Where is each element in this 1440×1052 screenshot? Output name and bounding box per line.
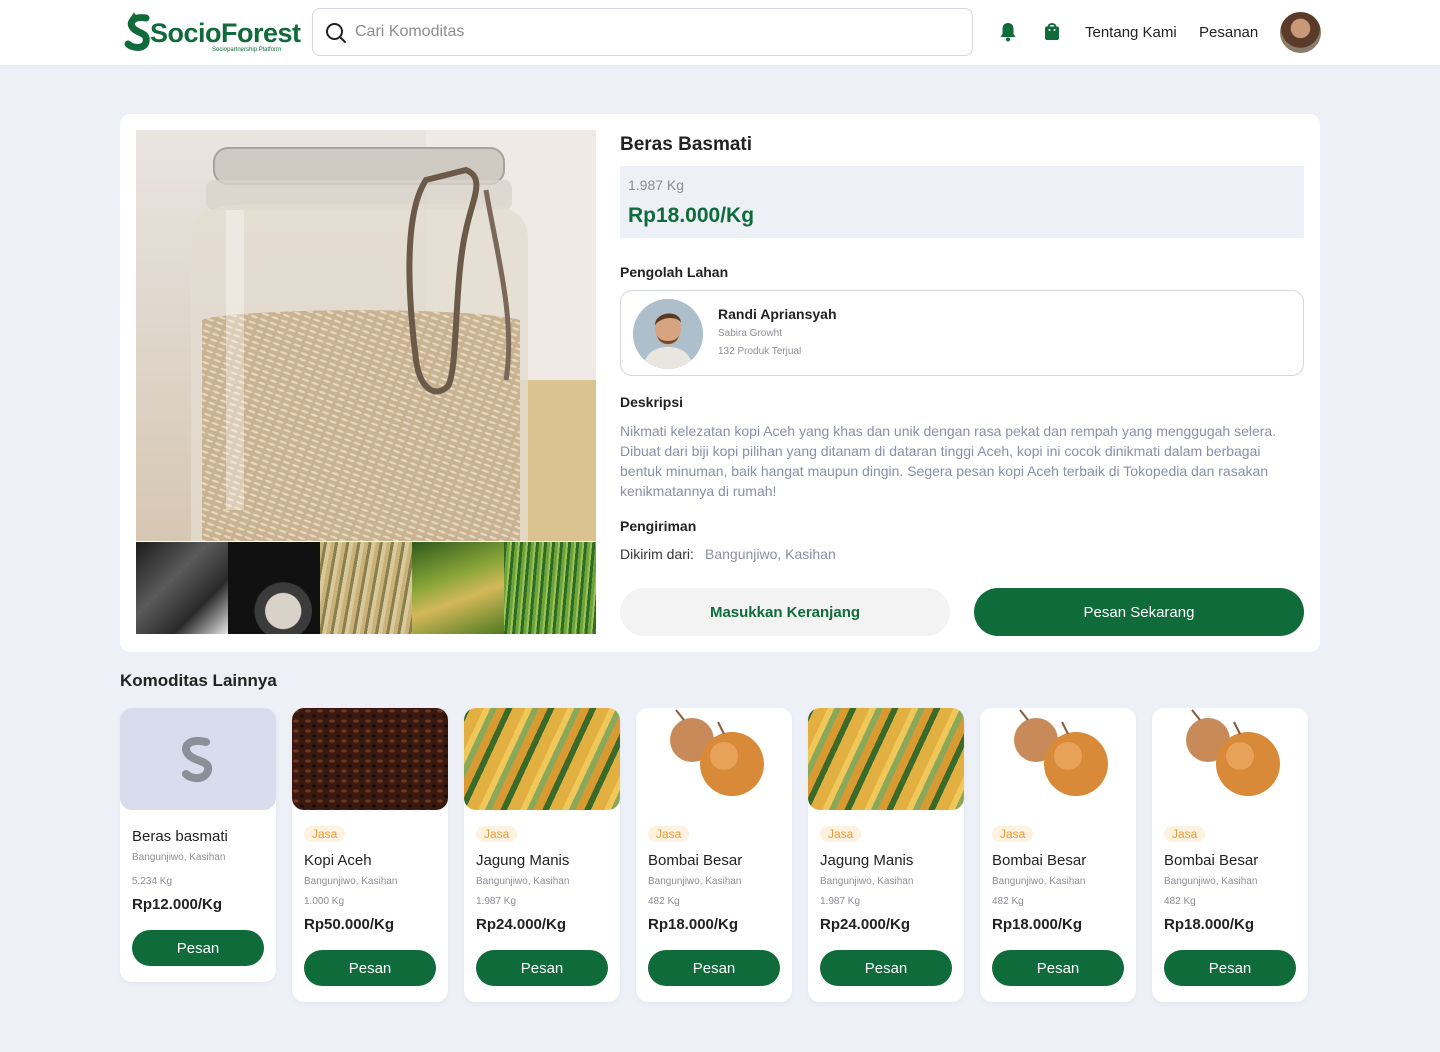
commodity-image-placeholder — [120, 708, 276, 810]
commodity-location: Bangunjiwo, Kasihan — [304, 876, 398, 887]
commodity-price: Rp24.000/Kg — [476, 916, 567, 933]
shipping-from-label: Dikirim dari: — [620, 546, 694, 562]
commodity-tag: Jasa — [992, 826, 1034, 842]
order-button[interactable]: Pesan — [476, 950, 608, 986]
thumbnail-2[interactable] — [228, 542, 320, 634]
commodity-image-onion — [1152, 708, 1308, 810]
other-commodities-title: Komoditas Lainnya — [120, 671, 277, 690]
seller-sold-count: 132 Produk Terjual — [718, 346, 802, 357]
thumbnail-1[interactable] — [136, 542, 228, 634]
add-to-cart-button[interactable]: Masukkan Keranjang — [620, 588, 950, 636]
commodity-card[interactable]: Jasa Bombai Besar Bangunjiwo, Kasihan 48… — [1152, 708, 1308, 1002]
product-description: Nikmati kelezatan kopi Aceh yang khas da… — [620, 423, 1277, 499]
thumbnail-5[interactable] — [504, 542, 596, 634]
seller-card[interactable]: Randi Apriansyah Sabira Growht 132 Produ… — [620, 290, 1304, 376]
commodity-location: Bangunjiwo, Kasihan — [1164, 876, 1258, 887]
user-avatar[interactable] — [1280, 12, 1321, 53]
commodity-tag: Jasa — [304, 826, 346, 842]
search-icon — [326, 23, 346, 43]
bell-icon[interactable] — [999, 22, 1017, 42]
seller-name: Randi Apriansyah — [718, 306, 837, 322]
search-bar[interactable] — [312, 8, 973, 56]
commodity-tag: Jasa — [1164, 826, 1206, 842]
commodity-qty: 482 Kg — [1164, 896, 1196, 907]
commodity-price: Rp18.000/Kg — [648, 916, 739, 933]
order-button[interactable]: Pesan — [132, 930, 264, 966]
commodity-location: Bangunjiwo, Kasihan — [992, 876, 1086, 887]
commodity-card[interactable]: Jasa Bombai Besar Bangunjiwo, Kasihan 48… — [636, 708, 792, 1002]
commodity-qty: 482 Kg — [992, 896, 1024, 907]
order-button[interactable]: Pesan — [648, 950, 780, 986]
commodity-price: Rp18.000/Kg — [1164, 916, 1255, 933]
order-button[interactable]: Pesan — [304, 950, 436, 986]
commodity-price: Rp50.000/Kg — [304, 916, 395, 933]
logo-tagline: Sociopartnership Platform — [212, 47, 282, 53]
commodity-name: Beras basmati — [132, 828, 228, 845]
product-thumbnails — [136, 542, 596, 634]
thumbnail-4[interactable] — [412, 542, 504, 634]
commodity-price: Rp12.000/Kg — [132, 896, 223, 913]
order-button[interactable]: Pesan — [1164, 950, 1296, 986]
logo-placeholder-icon — [182, 737, 213, 783]
product-price: Rp18.000/Kg — [628, 204, 755, 227]
commodity-qty: 5.234 Kg — [132, 876, 173, 887]
commodity-name: Bombai Besar — [992, 852, 1087, 869]
shopping-bag-icon[interactable] — [1043, 21, 1061, 41]
commodity-image-onion — [636, 708, 792, 810]
commodity-image-coffee — [292, 708, 448, 810]
commodity-image-onion — [980, 708, 1136, 810]
commodity-tag: Jasa — [476, 826, 518, 842]
commodity-image-corn — [808, 708, 964, 810]
thumbnail-3[interactable] — [320, 542, 412, 634]
commodity-location: Bangunjiwo, Kasihan — [820, 876, 914, 887]
commodity-tag: Jasa — [648, 826, 690, 842]
commodity-name: Bombai Besar — [648, 852, 743, 869]
commodity-name: Bombai Besar — [1164, 852, 1259, 869]
commodity-name: Kopi Aceh — [304, 852, 372, 869]
shipping-label: Pengiriman — [620, 518, 697, 534]
nav-tentang-kami[interactable]: Tentang Kami — [1085, 24, 1177, 41]
commodity-name: Jagung Manis — [476, 852, 570, 869]
product-title: Beras Basmati — [620, 134, 753, 155]
logo-text: SocioForest — [150, 18, 301, 48]
commodity-qty: 1.987 Kg — [476, 896, 517, 907]
commodity-tag: Jasa — [820, 826, 862, 842]
order-button[interactable]: Pesan — [820, 950, 952, 986]
shipping-from-location: Bangunjiwo, Kasihan — [705, 546, 836, 562]
commodity-card[interactable]: Jasa Bombai Besar Bangunjiwo, Kasihan 48… — [980, 708, 1136, 1002]
commodity-price: Rp24.000/Kg — [820, 916, 911, 933]
commodity-card[interactable]: Beras basmati Bangunjiwo, Kasihan 5.234 … — [120, 708, 276, 982]
commodity-qty: 1.987 Kg — [820, 896, 861, 907]
rice-jar-illustration — [191, 130, 596, 541]
order-button[interactable]: Pesan — [992, 950, 1124, 986]
commodity-card[interactable]: Jasa Jagung Manis Bangunjiwo, Kasihan 1.… — [808, 708, 964, 1002]
commodity-qty: 482 Kg — [648, 896, 680, 907]
search-input[interactable] — [355, 9, 955, 55]
top-header: SocioForest Sociopartnership Platform Te… — [0, 0, 1440, 66]
commodity-qty: 1.000 Kg — [304, 896, 345, 907]
commodity-card[interactable]: Jasa Kopi Aceh Bangunjiwo, Kasihan 1.000… — [292, 708, 448, 1002]
commodity-name: Jagung Manis — [820, 852, 914, 869]
commodity-location: Bangunjiwo, Kasihan — [648, 876, 742, 887]
commodity-location: Bangunjiwo, Kasihan — [476, 876, 570, 887]
price-box: 1.987 Kg Rp18.000/Kg — [620, 166, 1304, 238]
commodity-price: Rp18.000/Kg — [992, 916, 1083, 933]
seller-section-label: Pengolah Lahan — [620, 264, 729, 280]
description-label: Deskripsi — [620, 394, 684, 410]
commodity-location: Bangunjiwo, Kasihan — [132, 852, 226, 863]
nav-pesanan[interactable]: Pesanan — [1199, 24, 1258, 41]
seller-company: Sabira Growht — [718, 328, 782, 339]
commodity-image-corn — [464, 708, 620, 810]
socioforest-logo[interactable]: SocioForest Sociopartnership Platform — [124, 12, 301, 56]
seller-avatar — [633, 299, 703, 369]
product-main-image — [136, 130, 596, 541]
commodity-card[interactable]: Jasa Jagung Manis Bangunjiwo, Kasihan 1.… — [464, 708, 620, 1002]
order-now-button[interactable]: Pesan Sekarang — [974, 588, 1304, 636]
product-stock: 1.987 Kg — [628, 177, 685, 193]
